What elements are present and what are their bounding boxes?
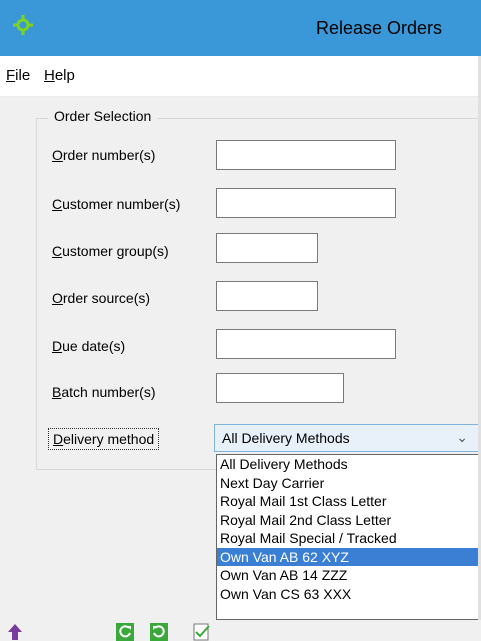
up-arrow-icon[interactable] [6, 623, 24, 641]
delivery-method-value: All Delivery Methods [222, 430, 350, 446]
customer-number-label: Customer number(s) [52, 196, 181, 212]
dropdown-option-highlighted[interactable]: Own Van AB 62 XYZ [217, 547, 480, 566]
dropdown-option[interactable]: All Delivery Methods [217, 455, 480, 474]
dropdown-option[interactable]: Own Van CS 63 XXX [217, 585, 480, 604]
checklist-icon[interactable] [193, 623, 211, 641]
due-date-label: Due date(s) [52, 338, 126, 354]
order-number-label: Order number(s) [52, 147, 156, 163]
gear-icon [13, 15, 33, 35]
menu-help[interactable]: Help [44, 67, 75, 84]
delivery-method-dropdown-list[interactable]: All Delivery Methods Next Day Carrier Ro… [216, 454, 481, 620]
reset-icon[interactable] [150, 623, 168, 641]
order-number-input[interactable] [216, 140, 396, 170]
toolbar-strip [0, 620, 481, 641]
batch-number-input[interactable] [216, 373, 344, 403]
batch-number-label: Batch number(s) [52, 384, 156, 400]
delivery-method-label: Delivery method [48, 428, 160, 450]
customer-group-input[interactable] [216, 233, 318, 263]
dropdown-option[interactable]: Own Van AB 14 ZZZ [217, 566, 480, 585]
due-date-input[interactable] [216, 329, 396, 359]
customer-group-label: Customer group(s) [52, 243, 169, 259]
order-source-label: Order source(s) [52, 290, 151, 306]
order-source-input[interactable] [216, 281, 318, 311]
dropdown-option[interactable]: Royal Mail Special / Tracked [217, 529, 480, 548]
menu-bar: File Help [0, 56, 481, 97]
customer-number-input[interactable] [216, 188, 396, 218]
dropdown-option[interactable]: Royal Mail 2nd Class Letter [217, 511, 480, 530]
window-title: Release Orders [316, 18, 443, 38]
menu-file[interactable]: File [6, 67, 30, 84]
title-bar: Release Orders [0, 0, 481, 56]
group-title: Order Selection [48, 108, 158, 124]
chevron-down-icon[interactable]: ⌄ [456, 429, 468, 446]
refresh-icon[interactable] [116, 623, 134, 641]
delivery-method-select[interactable]: All Delivery Methods ⌄ [214, 424, 481, 452]
dropdown-option[interactable]: Royal Mail 1st Class Letter [217, 492, 480, 511]
dropdown-option[interactable]: Next Day Carrier [217, 474, 480, 493]
